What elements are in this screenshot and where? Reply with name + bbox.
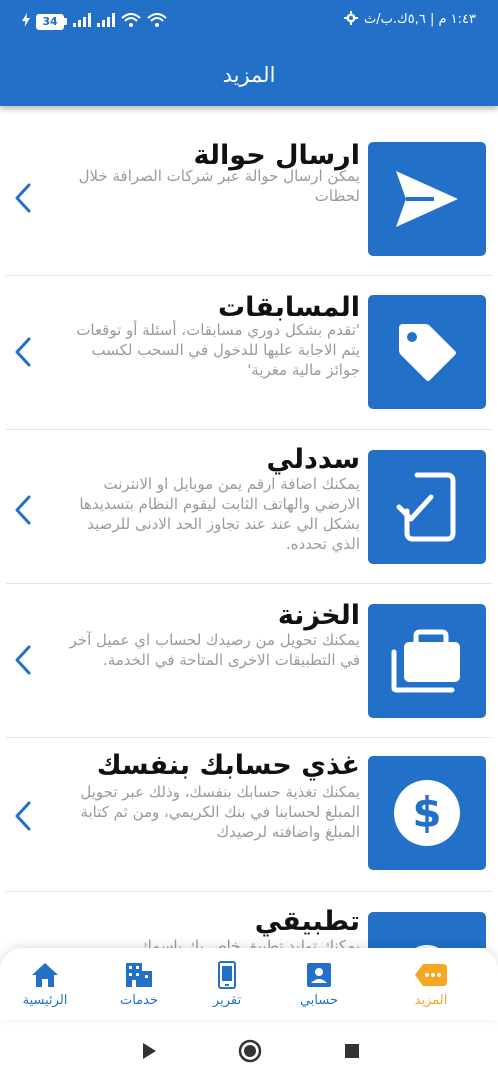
dollar-icon: $	[394, 780, 460, 846]
item-description: يمكنك اضافة ارقم يمن موبايل او الانترنت …	[79, 475, 360, 553]
chevron-left-icon[interactable]	[8, 490, 38, 530]
item-title: تطبيقي	[254, 906, 360, 937]
chevron-left-icon[interactable]	[8, 332, 38, 372]
item-title: سددلي	[266, 444, 360, 475]
list-item-topup[interactable]: $ غذي حسابك بنفسك يمكنك تغذية حسابك بنفس…	[0, 738, 498, 892]
item-description: يمكنك تغذية حسابك بنفسك، وذلك عبر تحويل …	[80, 783, 360, 841]
page-title: المزيد	[222, 63, 276, 87]
battery-level: 34	[36, 13, 64, 30]
list-item-competitions[interactable]: المسابقات 'تقدم بشكل دوري مسابقات، أسئلة…	[0, 276, 498, 430]
services-icon	[96, 962, 182, 988]
nav-label: تقرير	[212, 993, 242, 1008]
signal-icon	[97, 12, 115, 31]
nav-more[interactable]: المزيد	[388, 962, 474, 1008]
send-icon-tile	[368, 142, 486, 256]
chevron-left-icon[interactable]	[8, 640, 38, 680]
item-description: يمكنك توليد تطبيق خاص بك باسمك	[139, 937, 361, 948]
list-item-transfer[interactable]: ارسال حوالة يمكن ارسال حوالة عبر شركات ا…	[0, 106, 498, 276]
list-item-saddidli[interactable]: سددلي يمكنك اضافة ارقم يمن موبايل او الا…	[0, 430, 498, 584]
nav-label: المزيد	[414, 993, 448, 1008]
status-bar: 34 ١:٤٣ م | ٥,٦ك.ب/ث	[0, 0, 498, 44]
chevron-left-icon[interactable]	[8, 796, 38, 836]
app-icon-tile	[368, 912, 486, 948]
status-right: ١:٤٣ م | ٥,٦ك.ب/ث	[344, 10, 476, 29]
item-title: غذي حسابك بنفسك	[96, 750, 360, 781]
charging-icon	[22, 12, 30, 31]
mobile-check-icon	[396, 472, 456, 542]
list-item-my-app[interactable]: تطبيقي يمكنك توليد تطبيق خاص بك باسمك	[0, 892, 498, 948]
nav-label: خدمات	[119, 993, 159, 1008]
list-item-safe[interactable]: الخزنة يمكنك تحويل من رصيدك لحساب اي عمي…	[0, 584, 498, 738]
briefcase-icon	[391, 629, 460, 693]
app-icon	[415, 945, 439, 948]
status-left: 34	[22, 12, 167, 31]
item-title: الخزنة	[277, 600, 360, 631]
item-description: 'تقدم بشكل دوري مسابقات، أسئلة أو توقعات…	[76, 321, 360, 379]
svg-text:$: $	[412, 788, 441, 837]
nav-label: الرئيسية	[22, 993, 68, 1008]
app-bar: المزيد	[0, 44, 498, 106]
signal-icon	[73, 12, 91, 31]
briefcase-icon-tile	[368, 604, 486, 718]
dollar-icon-tile: $	[368, 756, 486, 870]
nav-label: حسابي	[299, 993, 339, 1008]
wifi-icon	[147, 12, 167, 31]
system-navigation-bar	[0, 1020, 498, 1080]
bottom-navigation: المزيد حسابي تقرير خدمات الرئيسية	[0, 948, 498, 1020]
send-icon	[396, 171, 458, 227]
home-circle-icon[interactable]	[237, 1038, 263, 1064]
more-list[interactable]: ارسال حوالة يمكن ارسال حوالة عبر شركات ا…	[0, 106, 498, 948]
battery-icon: 34	[36, 13, 67, 30]
nav-home[interactable]: الرئيسية	[2, 962, 88, 1008]
tag-icon-tile	[368, 295, 486, 409]
mobile-check-icon-tile	[368, 450, 486, 564]
item-description: يمكنك تحويل من رصيدك لحساب اي عميل آخر ف…	[69, 631, 360, 669]
nav-report[interactable]: تقرير	[184, 961, 270, 1008]
report-icon	[184, 961, 270, 989]
home-icon	[2, 962, 88, 988]
account-icon	[276, 962, 362, 988]
tag-icon	[399, 324, 456, 381]
wifi-icon	[121, 12, 141, 31]
nav-account[interactable]: حسابي	[276, 962, 362, 1008]
back-icon[interactable]	[136, 1038, 162, 1064]
item-description: يمكن ارسال حوالة عبر شركات الصرافة خلال …	[78, 167, 360, 205]
status-time: ١:٤٣ م | ٥,٦ك.ب/ث	[364, 12, 476, 27]
more-icon	[388, 962, 474, 988]
settings-gear-icon	[344, 10, 359, 29]
recents-icon[interactable]	[339, 1038, 365, 1064]
nav-services[interactable]: خدمات	[96, 962, 182, 1008]
chevron-left-icon[interactable]	[8, 178, 38, 218]
